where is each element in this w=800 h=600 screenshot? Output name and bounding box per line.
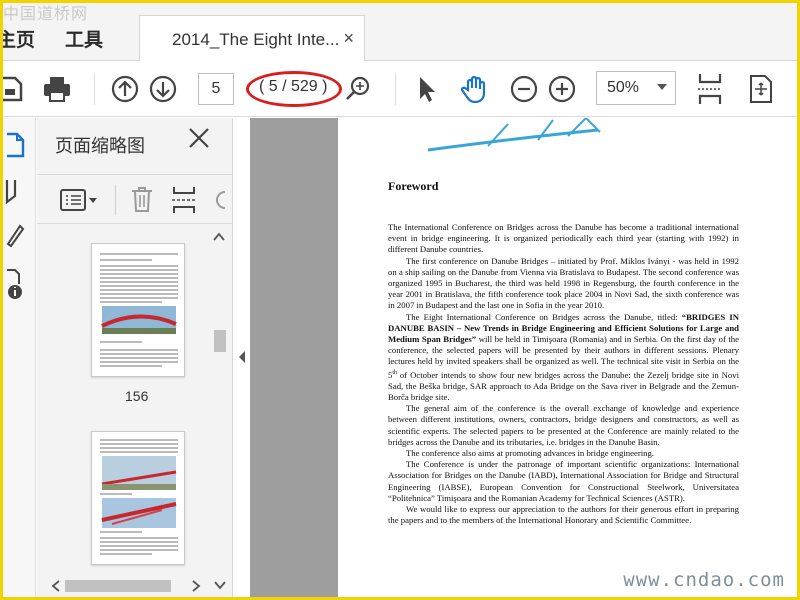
close-tab-icon[interactable]: ×: [343, 28, 354, 49]
delete-page-icon[interactable]: [130, 185, 154, 213]
scroll-down-icon[interactable]: [213, 578, 227, 592]
thumbnail-label: 156: [125, 388, 149, 404]
menu-home[interactable]: 主页: [3, 25, 35, 52]
print-icon[interactable]: [37, 69, 77, 109]
paragraph: The Conference is under the patronage of…: [388, 459, 739, 503]
zoom-value: 50%: [607, 79, 640, 96]
left-icon-rail: [3, 118, 36, 597]
tab-bar: 主页 工具 2014_The Eight Inte... ×: [3, 3, 797, 62]
watermark-top: 中国道桥网: [3, 4, 89, 23]
page-thumbnails-icon[interactable]: [5, 132, 25, 158]
signature-icon[interactable]: [5, 222, 25, 248]
thumbnail-horizontal-scrollbar[interactable]: [37, 576, 209, 596]
page-thumbnail[interactable]: [91, 431, 185, 565]
annotation-ellipse: [246, 71, 342, 107]
watermark-bottom: www.cndao.com: [623, 569, 785, 591]
page-body: The International Conference on Bridges …: [388, 222, 739, 526]
pane-title: 页面缩略图: [55, 136, 145, 157]
page-number-input[interactable]: 5: [198, 73, 234, 105]
select-cursor-icon[interactable]: [412, 69, 442, 109]
close-pane-icon[interactable]: [187, 126, 211, 150]
menu-tools[interactable]: 工具: [65, 25, 103, 52]
collapse-pane-icon[interactable]: [236, 349, 250, 371]
previous-page-icon[interactable]: [107, 69, 143, 109]
document-tab[interactable]: 2014_The Eight Inte... ×: [139, 15, 365, 62]
page-header-graphic: [427, 118, 601, 152]
page-thumbnail[interactable]: [91, 243, 185, 377]
paragraph: The general aim of the conference is the…: [388, 403, 739, 447]
document-page: Foreword The International Conference on…: [338, 118, 797, 597]
save-icon[interactable]: [3, 69, 27, 109]
zoom-out-icon[interactable]: [507, 69, 541, 109]
insert-page-icon[interactable]: [171, 185, 197, 215]
bookmark-icon[interactable]: [5, 178, 21, 204]
info-icon[interactable]: [5, 268, 25, 300]
paragraph: The International Conference on Bridges …: [388, 222, 739, 255]
paragraph: The first conference on Danube Bridges –…: [388, 255, 739, 311]
hand-tool-icon[interactable]: [457, 69, 493, 109]
rotate-view-icon[interactable]: [744, 69, 778, 109]
pane-toolbar: [37, 174, 233, 224]
thumbnail-vertical-scrollbar[interactable]: [209, 230, 229, 576]
paragraph: We would like to express our appreciatio…: [388, 503, 739, 526]
pdf-reader-window: 中国道桥网 主页 工具 2014_The Eight Inte... × 5 (…: [3, 3, 797, 597]
paragraph: The conference also aims at promoting ad…: [406, 447, 654, 458]
thumbnail-options-icon[interactable]: [59, 187, 99, 213]
zoom-select[interactable]: 50%: [596, 71, 676, 105]
chevron-down-icon: [657, 84, 667, 90]
page-heading: Foreword: [388, 179, 439, 193]
paragraph: The Eight International Conference on Br…: [388, 311, 740, 402]
rotate-page-icon[interactable]: [213, 189, 227, 211]
fit-page-icon[interactable]: [693, 69, 727, 109]
zoom-in-icon[interactable]: [545, 69, 579, 109]
next-page-icon[interactable]: [145, 69, 181, 109]
zoom-search-icon[interactable]: [341, 69, 375, 109]
document-view[interactable]: Foreword The International Conference on…: [250, 118, 797, 597]
page-thumbnails-pane: 页面缩略图 156: [37, 118, 233, 597]
toolbar: 5 ( 5 / 529 ) 50%: [3, 61, 797, 117]
document-tab-title: 2014_The Eight Inte...: [172, 30, 340, 49]
